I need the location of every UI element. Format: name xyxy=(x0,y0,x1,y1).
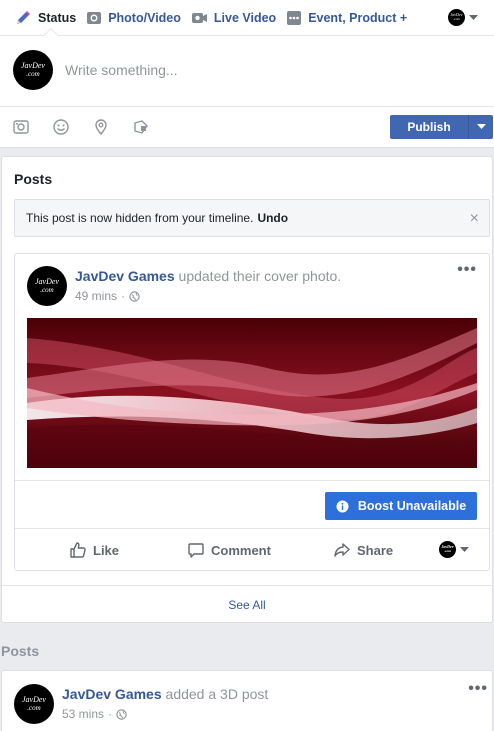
tab-photo-video[interactable]: Photo/Video xyxy=(86,0,181,36)
tab-photo-video-label: Photo/Video xyxy=(108,10,181,25)
share-label: Share xyxy=(357,542,394,558)
post-card: JavDev .com JavDev Games updated their c… xyxy=(14,253,490,571)
avatar-text-line2: .com xyxy=(453,17,460,22)
post-author-avatar[interactable]: JavDev .com xyxy=(27,266,67,306)
hidden-notice-text: This post is now hidden from your timeli… xyxy=(26,211,254,225)
video-camera-icon xyxy=(191,10,208,26)
avatar-text-line1: JavDev xyxy=(22,695,46,704)
post2-timestamp[interactable]: 53 mins xyxy=(62,707,104,721)
chevron-down-icon xyxy=(469,14,478,21)
globe-icon[interactable] xyxy=(116,708,127,720)
post-options-icon[interactable]: ••• xyxy=(457,262,477,278)
posts-card: Posts This post is now hidden from your … xyxy=(1,156,493,623)
share-arrow-icon xyxy=(333,541,351,559)
post2-subline: 53 mins · xyxy=(62,707,268,721)
post2-headline: JavDev Games added a 3D post xyxy=(62,686,268,702)
thumbs-up-icon xyxy=(69,541,87,559)
cover-photo-image[interactable] xyxy=(27,318,477,468)
post2-meta: JavDev Games added a 3D post 53 mins · xyxy=(62,686,268,724)
post-as-page-selector[interactable]: JavDev .com xyxy=(439,541,469,558)
boost-unavailable-button[interactable]: Boost Unavailable xyxy=(325,492,477,520)
camera-icon xyxy=(86,10,102,26)
composer-tabs: Status Photo/Video Live Video Event, Pro… xyxy=(0,0,494,36)
post2-author-name[interactable]: JavDev Games xyxy=(62,686,162,702)
post-headline: JavDev Games updated their cover photo. xyxy=(75,268,341,284)
avatar-text-line2: .com xyxy=(444,549,451,554)
post-as-avatar: JavDev .com xyxy=(439,541,456,558)
like-button[interactable]: Like xyxy=(69,541,119,559)
info-icon xyxy=(336,500,349,513)
posts-section-title: Posts xyxy=(14,171,53,187)
post-timestamp[interactable]: 49 mins xyxy=(75,289,117,303)
avatar-text-line2: .com xyxy=(27,704,41,712)
composer-footer: Publish xyxy=(0,106,494,147)
globe-icon[interactable] xyxy=(129,290,140,302)
pencil-icon xyxy=(14,9,32,27)
tab-event-product-label: Event, Product + xyxy=(308,10,408,25)
post2-action-text: added a 3D post xyxy=(165,686,269,702)
post-action-row: Like Comment Share JavDev .com xyxy=(15,528,489,570)
tag-product-icon[interactable] xyxy=(132,118,150,136)
tab-event-product[interactable]: Event, Product + xyxy=(286,0,407,36)
photo-icon[interactable] xyxy=(12,118,30,136)
post-header-2: JavDev .com JavDev Games added a 3D post… xyxy=(14,684,268,724)
hidden-post-notice: This post is now hidden from your timeli… xyxy=(14,199,490,237)
active-tab-pointer xyxy=(44,29,58,36)
share-button[interactable]: Share xyxy=(333,541,393,559)
post-author-name[interactable]: JavDev Games xyxy=(75,268,175,284)
see-all-link[interactable]: See All xyxy=(2,585,492,623)
post-header: JavDev .com JavDev Games updated their c… xyxy=(27,266,341,306)
tab-live-video[interactable]: Live Video xyxy=(191,0,276,36)
post2-options-icon[interactable]: ••• xyxy=(468,681,488,697)
chevron-down-icon xyxy=(460,546,469,553)
avatar-text-line2: .com xyxy=(26,70,40,78)
boost-row: Boost Unavailable xyxy=(15,480,489,528)
location-pin-icon[interactable] xyxy=(92,118,110,136)
post-card-2: JavDev .com JavDev Games added a 3D post… xyxy=(1,670,493,731)
avatar-text-line1: JavDev xyxy=(35,277,59,286)
avatar-text-line1: JavDev xyxy=(21,61,45,70)
page-switcher-avatar: JavDev .com xyxy=(448,9,465,26)
publish-options-button[interactable] xyxy=(468,115,493,139)
composer-body: JavDev .com Write something... xyxy=(0,36,494,104)
chevron-down-icon xyxy=(476,124,486,130)
more-options-icon xyxy=(286,10,302,26)
posts-section-title-2: Posts xyxy=(1,643,40,659)
post-composer: Status Photo/Video Live Video Event, Pro… xyxy=(0,0,494,148)
post-subline: 49 mins · xyxy=(75,289,341,303)
comment-button[interactable]: Comment xyxy=(187,541,271,559)
comment-label: Comment xyxy=(211,542,271,558)
close-icon[interactable]: × xyxy=(470,210,479,228)
tab-live-video-label: Live Video xyxy=(213,10,277,25)
separator-dot: · xyxy=(121,289,126,303)
like-label: Like xyxy=(93,542,120,558)
boost-button-label: Boost Unavailable xyxy=(357,499,467,513)
publish-group: Publish xyxy=(390,115,493,139)
comment-icon xyxy=(187,541,205,559)
write-something-input[interactable]: Write something... xyxy=(65,62,178,78)
emoji-icon[interactable] xyxy=(52,118,70,136)
post-action-text: updated their cover photo. xyxy=(178,268,342,284)
post-meta: JavDev Games updated their cover photo. … xyxy=(75,268,341,306)
publish-button[interactable]: Publish xyxy=(390,115,468,139)
page-avatar[interactable]: JavDev .com xyxy=(13,50,53,90)
page-switcher[interactable]: JavDev .com xyxy=(448,9,478,26)
undo-link[interactable]: Undo xyxy=(257,211,288,225)
tab-status-label: Status xyxy=(38,10,77,25)
post2-author-avatar[interactable]: JavDev .com xyxy=(14,684,54,724)
avatar-text-line2: .com xyxy=(40,286,54,294)
separator-dot: · xyxy=(108,707,113,721)
